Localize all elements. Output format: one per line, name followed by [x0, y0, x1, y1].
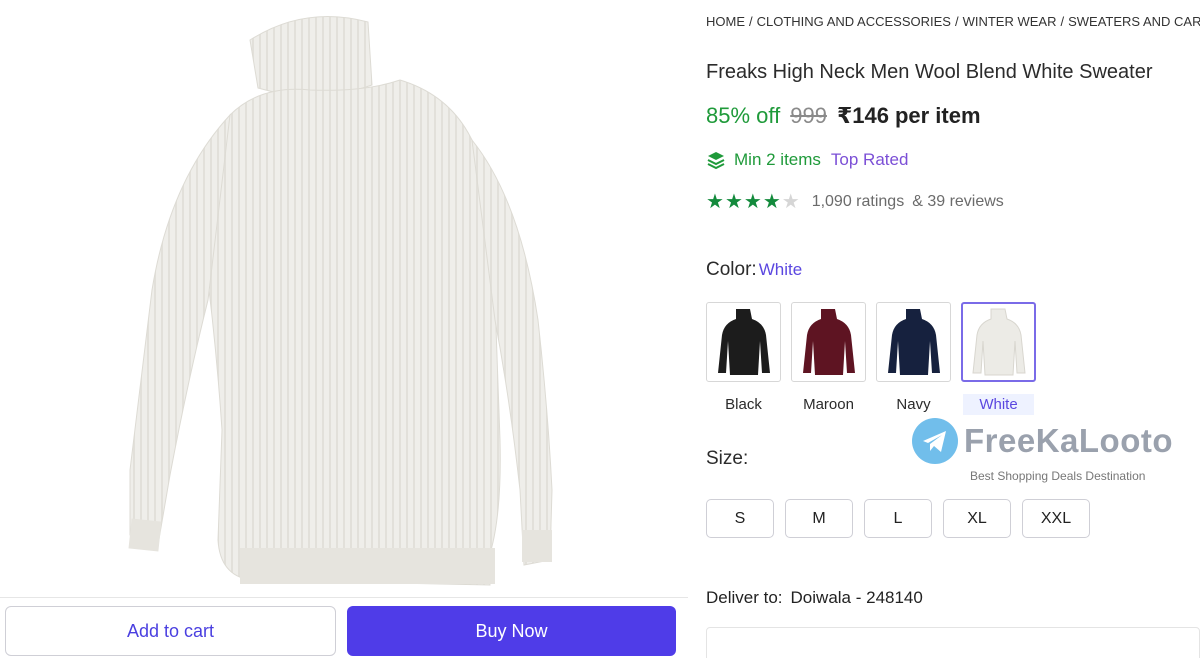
- size-option-m[interactable]: M: [785, 499, 853, 538]
- delivery-info: Deliver to: Doiwala - 248140: [706, 588, 923, 608]
- color-option-white[interactable]: White: [961, 302, 1036, 415]
- size-option-xxl[interactable]: XXL: [1022, 499, 1090, 538]
- breadcrumb-separator: /: [1060, 14, 1065, 29]
- size-option-s[interactable]: S: [706, 499, 774, 538]
- min-items-badge: Min 2 items: [706, 150, 821, 170]
- telegram-icon: [912, 418, 958, 464]
- original-price: 999: [790, 103, 827, 128]
- min-items-label: Min 2 items: [734, 150, 821, 169]
- breadcrumb-separator: /: [954, 14, 959, 29]
- deliver-label: Deliver to:: [706, 588, 783, 607]
- top-rated-badge: Top Rated: [830, 150, 909, 169]
- product-title: Freaks High Neck Men Wool Blend White Sw…: [706, 61, 1153, 83]
- selected-color: White: [758, 260, 803, 279]
- swatch-thumbnail[interactable]: [791, 302, 866, 382]
- star-rating: ★ ★ ★ ★ ★: [706, 192, 800, 212]
- breadcrumb-clothing[interactable]: CLOTHING AND ACCESSORIES: [757, 14, 951, 29]
- color-option-maroon[interactable]: Maroon: [791, 302, 866, 415]
- breadcrumb: HOME / CLOTHING AND ACCESSORIES / WINTER WEA…: [706, 14, 1200, 29]
- watermark: FreeKaLooto Best Shopping Deals Destinat…: [912, 418, 1174, 490]
- size-option-xl[interactable]: XL: [943, 499, 1011, 538]
- price-row: 85% off 999 ₹146 per item: [706, 103, 981, 129]
- delivery-panel: [706, 627, 1200, 658]
- product-details: HOME / CLOTHING AND ACCESSORIES / WINTER WEA…: [706, 0, 1200, 658]
- product-image[interactable]: [100, 0, 570, 595]
- swatch-thumbnail[interactable]: [706, 302, 781, 382]
- reviews-count: & 39 reviews: [912, 193, 1004, 210]
- swatch-label: White: [963, 394, 1034, 415]
- star-icon: ★: [724, 191, 743, 213]
- swatch-label: Navy: [896, 396, 931, 413]
- watermark-brand: FreeKaLooto: [964, 422, 1174, 459]
- discount-badge: 85% off: [706, 103, 781, 128]
- product-gallery: Add to cart Buy Now: [0, 0, 688, 658]
- delivery-location[interactable]: Doiwala - 248140: [791, 588, 923, 607]
- sweater-thumbnail-icon: [717, 309, 770, 375]
- swatch-label: Black: [725, 396, 762, 413]
- color-option-black[interactable]: Black: [706, 302, 781, 415]
- color-label-text: Color:: [706, 259, 757, 280]
- buy-now-button[interactable]: Buy Now: [347, 606, 676, 656]
- size-options: S M L XL XXL: [706, 499, 1090, 538]
- star-icon: ★: [781, 191, 800, 213]
- swatch-label: Maroon: [803, 396, 854, 413]
- sweater-thumbnail-icon: [802, 309, 855, 375]
- size-label: Size:: [706, 448, 749, 469]
- color-swatches: Black Maroon Navy White: [706, 302, 1036, 415]
- sweater-thumbnail-icon: [887, 309, 940, 375]
- ratings-count: 1,090 ratings: [811, 193, 905, 210]
- star-icon: ★: [762, 191, 781, 213]
- layers-icon: [707, 152, 725, 170]
- current-price: ₹146: [836, 103, 889, 128]
- watermark-tagline: Best Shopping Deals Destination: [970, 469, 1146, 483]
- badge-row: Min 2 items Top Rated: [706, 150, 908, 170]
- breadcrumb-winter-wear[interactable]: WINTER WEAR: [963, 14, 1057, 29]
- rating-row[interactable]: ★ ★ ★ ★ ★ 1,090 ratings & 39 reviews: [706, 192, 1004, 212]
- add-to-cart-button[interactable]: Add to cart: [5, 606, 336, 656]
- price-unit: per item: [894, 103, 981, 128]
- breadcrumb-separator: /: [749, 14, 753, 29]
- color-label: Color: White: [706, 259, 802, 281]
- swatch-thumbnail[interactable]: [876, 302, 951, 382]
- star-icon: ★: [706, 191, 724, 213]
- size-option-l[interactable]: L: [864, 499, 932, 538]
- sweater-thumbnail-icon: [971, 308, 1026, 376]
- breadcrumb-sweaters[interactable]: SWEATERS AND CARDIGANS: [1068, 14, 1200, 29]
- star-icon: ★: [743, 191, 762, 213]
- color-option-navy[interactable]: Navy: [876, 302, 951, 415]
- action-bar: Add to cart Buy Now: [0, 597, 688, 658]
- swatch-thumbnail[interactable]: [961, 302, 1036, 382]
- breadcrumb-home[interactable]: HOME: [706, 14, 745, 29]
